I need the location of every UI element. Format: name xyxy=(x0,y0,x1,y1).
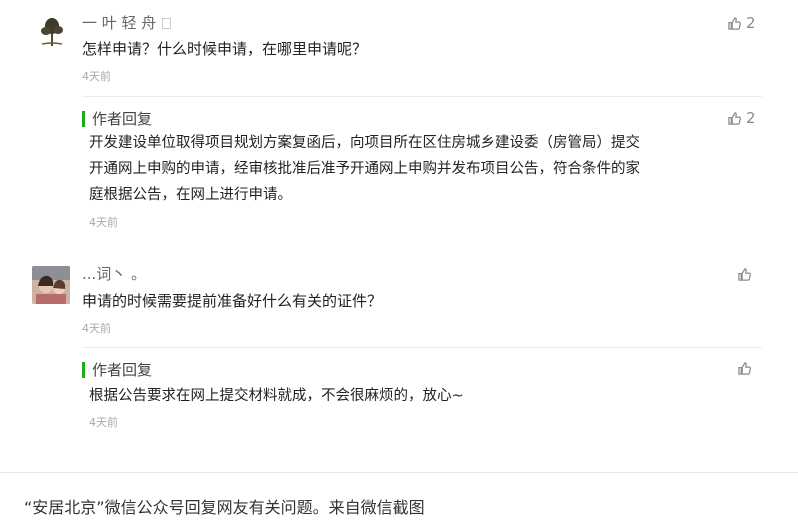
comment-time: 4天前 xyxy=(82,322,111,335)
author-badge-icon xyxy=(162,18,172,29)
comment-text: 申请的时候需要提前准备好什么有关的证件？ xyxy=(82,292,383,310)
reply-text: 开发建设单位取得项目规划方案复函后，向项目所在区住房城乡建设委（房管局）提交 开… xyxy=(89,130,640,208)
reply-text: 根据公告要求在网上提交材料就成，不会很麻烦的，放心~ xyxy=(89,383,464,409)
thumbs-up-icon xyxy=(737,361,752,376)
author-reply-label: 作者回复 xyxy=(82,111,152,127)
like-button[interactable]: 2 xyxy=(727,14,756,32)
image-caption: “安居北京”微信公众号回复网友有关问题。来自微信截图 xyxy=(24,498,425,517)
divider xyxy=(82,96,762,97)
reply-line: 开通网上申购的申请，经审核批准后准予开通网上申购并发布项目公告，符合条件的家 xyxy=(89,161,640,177)
like-button[interactable] xyxy=(737,267,756,282)
caption-separator xyxy=(0,472,798,473)
thumbs-up-icon xyxy=(727,16,742,31)
comments-screenshot: 一 叶 轻 舟 2 怎样申请？什么时候申请，在哪里申请呢？ 4天前 作者回复 2… xyxy=(0,0,798,470)
like-button[interactable] xyxy=(737,361,756,376)
thumbs-up-icon xyxy=(737,267,752,282)
divider xyxy=(82,347,762,348)
comment-time: 4天前 xyxy=(82,70,111,83)
reply-time: 4天前 xyxy=(89,416,118,429)
like-count: 2 xyxy=(746,109,756,127)
author-reply-label: 作者回复 xyxy=(82,362,152,378)
avatar-tree-icon[interactable] xyxy=(34,14,70,50)
comment-text: 怎样申请？什么时候申请，在哪里申请呢？ xyxy=(82,40,368,58)
avatar-photo[interactable] xyxy=(32,266,70,304)
comment-author[interactable]: 一 叶 轻 舟 xyxy=(82,12,172,33)
comment-author[interactable]: ...词丶 。 xyxy=(82,263,146,284)
thumbs-up-icon xyxy=(727,111,742,126)
like-count: 2 xyxy=(746,14,756,32)
like-button[interactable]: 2 xyxy=(727,109,756,127)
reply-time: 4天前 xyxy=(89,216,118,229)
reply-line: 庭根据公告，在网上进行申请。 xyxy=(89,187,292,203)
reply-line: 开发建设单位取得项目规划方案复函后，向项目所在区住房城乡建设委（房管局）提交 xyxy=(89,135,640,151)
reply-line: 根据公告要求在网上提交材料就成，不会很麻烦的，放心~ xyxy=(89,388,464,404)
